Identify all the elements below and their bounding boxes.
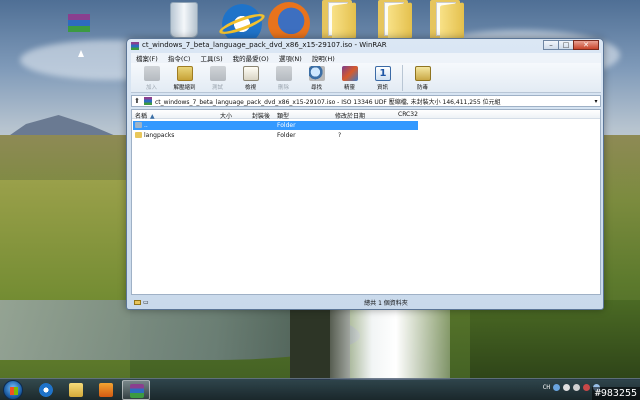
file-type: Folder xyxy=(277,132,296,139)
virus-scan-button[interactable]: 防毒 xyxy=(406,63,439,93)
language-indicator[interactable]: CH xyxy=(543,384,550,391)
column-headers: 名稱 ▲ 大小 封裝後 類型 修改於日期 CRC32 xyxy=(132,110,600,120)
column-header-packed[interactable]: 封裝後 xyxy=(252,111,270,120)
taskbar: CH xyxy=(0,378,640,400)
recycle-bin-icon[interactable] xyxy=(170,2,198,38)
delete-button[interactable]: 刪除 xyxy=(267,63,300,93)
add-label: 加入 xyxy=(145,85,157,91)
winrar-window: ct_windows_7_beta_language_pack_dvd_x86_… xyxy=(126,38,604,310)
find-icon xyxy=(309,66,325,81)
internet-explorer-icon xyxy=(39,383,53,397)
wallpaper-cliff xyxy=(470,300,640,380)
drive-icon[interactable]: ▭ xyxy=(143,299,149,306)
find-label: 尋找 xyxy=(310,85,322,91)
wallpaper-hill xyxy=(0,180,130,400)
wizard-icon xyxy=(342,66,358,81)
view-label: 檢視 xyxy=(244,85,256,91)
folder-icon xyxy=(69,383,83,397)
toolbar: 加入 解壓縮到 測試 檢視 刪除 尋找 精靈 1 資訊 防毒 xyxy=(131,63,601,93)
minimize-button[interactable]: – xyxy=(543,40,559,50)
test-icon xyxy=(210,66,226,81)
info-button[interactable]: 1 資訊 xyxy=(366,63,399,93)
windows-logo-icon xyxy=(10,387,18,395)
folder-icon[interactable] xyxy=(430,0,464,42)
help-icon[interactable] xyxy=(563,384,570,391)
chevron-down-icon[interactable]: ▾ xyxy=(592,98,600,105)
extract-to-button[interactable]: 解壓縮到 xyxy=(168,63,201,93)
address-bar[interactable]: ⬆ ct_windows_7_beta_language_pack_dvd_x8… xyxy=(131,95,601,107)
taskbar-internet-explorer[interactable] xyxy=(32,380,60,400)
window-title: ct_windows_7_beta_language_pack_dvd_x86_… xyxy=(142,41,387,49)
watermark: #983255 xyxy=(591,387,640,400)
folder-icon[interactable] xyxy=(322,0,356,42)
delete-label: 刪除 xyxy=(277,85,289,91)
file-modified: ? xyxy=(338,132,342,139)
wizard-label: 精靈 xyxy=(343,85,355,91)
maximize-button[interactable]: □ xyxy=(558,40,574,50)
parent-folder-icon xyxy=(135,122,142,128)
file-list: 名稱 ▲ 大小 封裝後 類型 修改於日期 CRC32 .. Folder lang… xyxy=(131,109,601,295)
column-header-size[interactable]: 大小 xyxy=(220,111,232,120)
file-name: langpacks xyxy=(144,132,175,139)
column-header-crc[interactable]: CRC32 xyxy=(398,111,418,118)
menu-favorites[interactable]: 我的最愛(O) xyxy=(228,53,274,63)
test-button[interactable]: 測試 xyxy=(201,63,234,93)
menu-help[interactable]: 說明(H) xyxy=(307,53,340,63)
column-header-modified[interactable]: 修改於日期 xyxy=(335,111,365,120)
wizard-button[interactable]: 精靈 xyxy=(333,63,366,93)
wallpaper-waterfall xyxy=(330,305,450,380)
file-row-langpacks[interactable]: langpacks Folder ? xyxy=(133,131,418,140)
winrar-desktop-icon[interactable] xyxy=(68,12,90,34)
winrar-app-icon xyxy=(130,384,144,398)
folder-icon[interactable] xyxy=(378,0,412,42)
add-icon xyxy=(144,66,160,81)
sort-up-icon: ▲ xyxy=(150,113,155,120)
winrar-app-icon xyxy=(131,42,139,50)
menu-commands[interactable]: 指令(C) xyxy=(163,53,196,63)
extract-icon xyxy=(177,66,193,81)
menu-file[interactable]: 檔案(F) xyxy=(131,53,163,63)
info-label: 資訊 xyxy=(376,85,388,91)
toolbar-separator xyxy=(402,65,403,91)
menu-bar: 檔案(F) 指令(C) 工具(S) 我的最愛(O) 選項(N) 說明(H) xyxy=(131,53,601,63)
view-icon xyxy=(243,66,259,81)
file-type: Folder xyxy=(277,122,296,129)
menu-tools[interactable]: 工具(S) xyxy=(195,53,227,63)
status-text: 總共 1 個資料夾 xyxy=(364,300,408,307)
folder-icon xyxy=(135,132,142,138)
virus-scan-icon xyxy=(415,66,431,81)
column-header-name[interactable]: 名稱 ▲ xyxy=(135,111,155,120)
column-header-type[interactable]: 類型 xyxy=(277,111,289,120)
archive-path: ct_windows_7_beta_language_pack_dvd_x86_… xyxy=(155,98,501,106)
file-name: .. xyxy=(144,122,148,129)
up-folder-icon[interactable]: ⬆ xyxy=(132,96,142,106)
view-button[interactable]: 檢視 xyxy=(234,63,267,93)
title-bar[interactable]: ct_windows_7_beta_language_pack_dvd_x86_… xyxy=(127,39,603,53)
delete-icon xyxy=(276,66,292,81)
close-button[interactable]: ✕ xyxy=(573,40,599,50)
column-name-label: 名稱 xyxy=(135,113,148,120)
chat-icon[interactable] xyxy=(573,384,580,391)
archive-icon xyxy=(144,97,152,105)
security-icon[interactable] xyxy=(583,384,590,391)
menu-options[interactable]: 選項(N) xyxy=(274,53,307,63)
status-bar: ▭ 總共 1 個資料夾 xyxy=(131,297,601,308)
media-player-icon xyxy=(99,383,113,397)
test-label: 測試 xyxy=(211,85,223,91)
add-button[interactable]: 加入 xyxy=(135,63,168,93)
key-icon[interactable] xyxy=(134,300,141,305)
taskbar-explorer[interactable] xyxy=(62,380,90,400)
extract-label: 解壓縮到 xyxy=(173,85,196,91)
mouse-cursor-icon xyxy=(78,50,84,57)
virus-scan-label: 防毒 xyxy=(416,85,428,91)
file-row-parent[interactable]: .. Folder xyxy=(133,121,418,130)
start-button[interactable] xyxy=(3,380,23,400)
network-icon[interactable] xyxy=(553,384,560,391)
taskbar-winrar[interactable] xyxy=(122,380,150,400)
find-button[interactable]: 尋找 xyxy=(300,63,333,93)
taskbar-media-player[interactable] xyxy=(92,380,120,400)
info-icon: 1 xyxy=(375,66,391,81)
